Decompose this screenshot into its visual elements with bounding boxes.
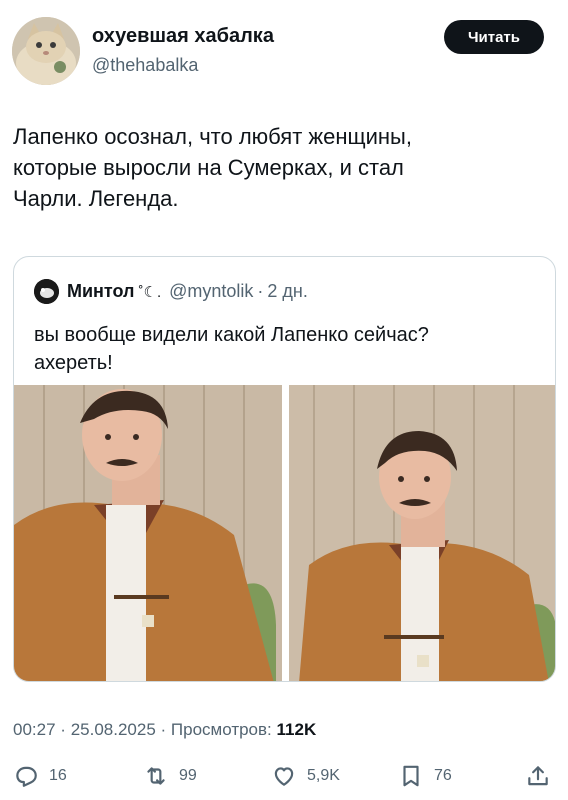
quote-author-name[interactable]: Минтол	[67, 281, 135, 302]
quote-line: вы вообще видели какой Лапенко сейчас?	[34, 324, 429, 346]
tweet-line: Чарли. Легенда.	[13, 186, 179, 211]
like-count: 5,9K	[307, 767, 340, 784]
tweet-time[interactable]: 00:27	[13, 720, 56, 739]
retweet-count: 99	[179, 767, 197, 784]
moon-emoji: ˚☾.	[138, 284, 162, 301]
reply-count: 16	[49, 767, 67, 784]
tweet-line: Лапенко осознал, что любят женщины,	[13, 124, 412, 149]
quote-line: ахереть!	[34, 352, 113, 374]
like-button[interactable]: 5,9K	[271, 763, 340, 789]
quoted-tweet[interactable]: Минтол ˚☾. @myntolik · 2 дн. вы вообще в…	[13, 256, 556, 682]
tweet-date[interactable]: 25.08.2025	[71, 720, 156, 739]
author-avatar[interactable]	[12, 17, 80, 85]
cat-avatar-icon	[12, 17, 80, 85]
retweet-icon	[147, 767, 165, 785]
quote-text: вы вообще видели какой Лапенко сейчас? а…	[34, 321, 534, 377]
follow-button[interactable]: Читать	[444, 20, 544, 54]
man-in-jacket-photo-icon	[14, 385, 282, 681]
reply-button[interactable]: 16	[13, 763, 67, 789]
heart-icon	[274, 767, 294, 786]
bookmark-count: 76	[434, 767, 452, 784]
separator-dot: ·	[160, 720, 167, 739]
share-icon	[528, 766, 548, 786]
quote-timestamp[interactable]: 2 дн.	[267, 281, 307, 302]
tweet-line: которые выросли на Сумерках, и стал	[13, 155, 404, 180]
quote-photos	[14, 385, 555, 681]
separator-dot: ·	[60, 720, 66, 739]
share-button[interactable]	[525, 763, 551, 789]
quote-author-avatar[interactable]	[34, 279, 59, 304]
views-label: Просмотров:	[170, 720, 272, 739]
author-handle[interactable]: @thehabalka	[92, 55, 198, 76]
reply-icon	[16, 766, 37, 787]
tweet-text: Лапенко осознал, что любят женщины, кото…	[13, 121, 553, 214]
bird-avatar-icon	[34, 279, 59, 304]
author-name[interactable]: охуевшая хабалка	[92, 25, 274, 48]
action-bar: 16 99 5,9K 76	[13, 763, 553, 793]
bookmark-icon	[403, 765, 419, 787]
separator-dot: ·	[257, 281, 264, 301]
tweet-meta: 00:27 · 25.08.2025 · Просмотров: 112K	[13, 720, 316, 740]
quote-photo-2[interactable]	[289, 385, 555, 681]
bookmark-button[interactable]: 76	[398, 763, 452, 789]
quote-photo-1[interactable]	[14, 385, 282, 681]
man-in-jacket-photo-icon	[289, 385, 555, 681]
quote-header: Минтол ˚☾. @myntolik · 2 дн.	[67, 281, 308, 302]
views-count: 112K	[276, 720, 317, 739]
retweet-button[interactable]: 99	[143, 763, 197, 789]
quote-author-handle[interactable]: @myntolik	[169, 281, 253, 302]
